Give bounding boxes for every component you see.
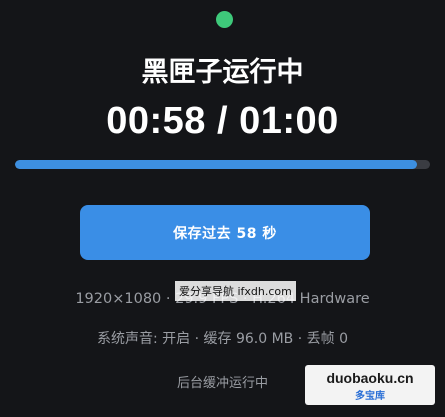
time-separator: / xyxy=(205,100,240,142)
total-time: 01:00 xyxy=(239,100,339,142)
save-clip-label: 保存过去 58 秒 xyxy=(173,225,277,242)
black-box-panel: 黑匣子运行中 00:58 / 01:00 保存过去 58 秒 1920×1080… xyxy=(0,0,445,417)
center-watermark: 爱分享导航 ifxdh.com xyxy=(175,281,296,301)
elapsed-time: 00:58 xyxy=(106,100,206,142)
corner-watermark-main: duobaoku.cn xyxy=(326,370,414,386)
panel-title: 黑匣子运行中 xyxy=(141,57,304,88)
corner-watermark-sub: 多宝库 xyxy=(355,391,385,402)
buffer-progress-fill xyxy=(15,160,417,169)
corner-watermark: duobaoku.cn 多宝库 xyxy=(305,365,435,405)
save-clip-button[interactable]: 保存过去 58 秒 xyxy=(80,205,370,260)
recording-timer: 00:58 / 01:00 xyxy=(0,100,445,143)
status-dot-icon xyxy=(216,11,233,28)
audio-info: 系统声音: 开启 · 缓存 96.0 MB · 丢帧 0 xyxy=(97,331,348,347)
buffer-progress-bar xyxy=(15,160,430,169)
